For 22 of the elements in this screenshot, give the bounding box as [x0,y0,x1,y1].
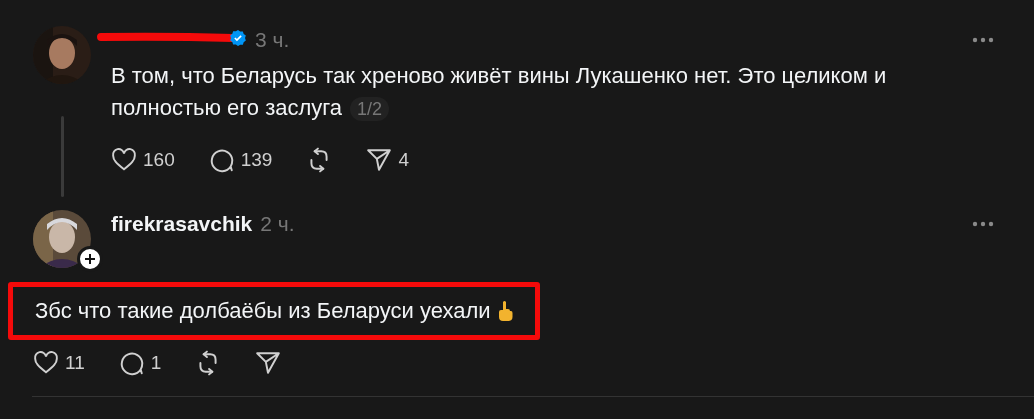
reply-button[interactable]: 139 [208,147,273,173]
more-icon[interactable] [972,221,994,227]
reply-button[interactable]: 1 [118,350,162,376]
post-time: 2 ч. [260,212,295,236]
share-button[interactable] [255,350,282,376]
paper-plane-icon [366,147,393,173]
post-time: 3 ч. [255,28,290,52]
like-button[interactable]: 11 [33,350,85,376]
speech-bubble-icon [208,147,235,173]
heart-icon [111,147,137,173]
heart-icon [33,350,59,376]
more-icon[interactable] [972,37,994,43]
plus-icon [84,253,96,265]
paper-plane-icon [255,350,282,376]
like-button[interactable]: 160 [111,147,175,173]
hand-icon [496,300,513,322]
share-button[interactable]: 4 [366,147,409,173]
post-text: В том, что Беларусь так хреново живёт вины Лукашенко нет. Это целиком и полностью его заслуга 1/2 [111,62,888,123]
page-counter: 1/2 [350,97,390,121]
post-text: Збс что такие долбаёбы из Беларуси уехали [35,298,491,324]
username[interactable]: firekrasavchik [111,212,253,236]
speech-bubble-icon [118,350,145,376]
